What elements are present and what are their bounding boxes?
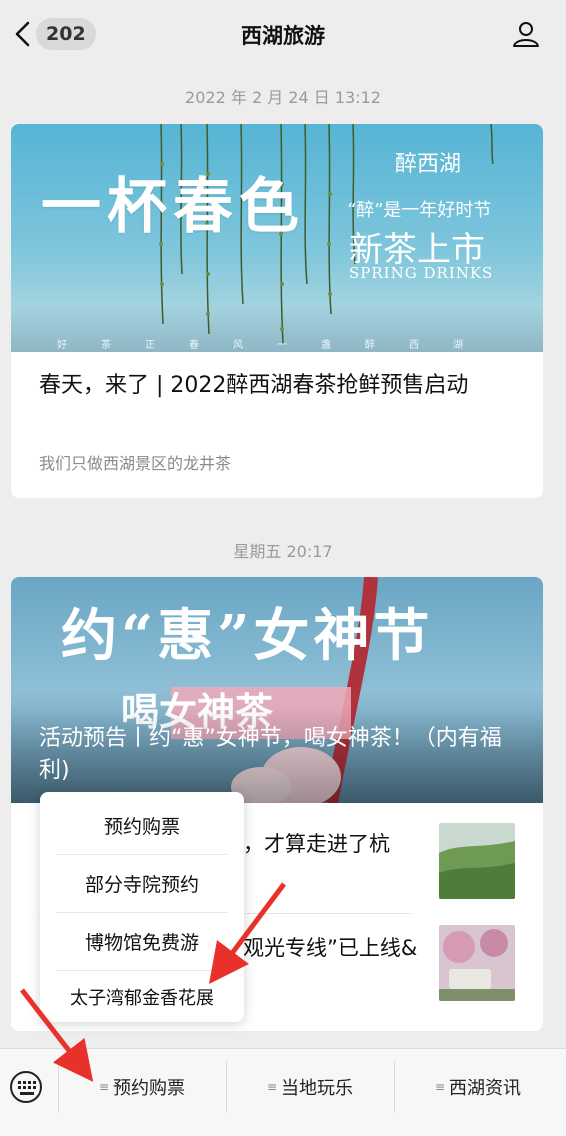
cover-headline: 一杯春色: [41, 172, 305, 242]
menu-item-tulip-show[interactable]: 太子湾郁金香花展: [40, 968, 244, 1026]
cover-tagline: “醉”是一年好时节: [347, 200, 492, 221]
cover-brand: 醉西湖: [395, 152, 462, 177]
menu-lines-icon: ≡: [98, 1080, 110, 1094]
article-card[interactable]: 一杯春色 醉西湖 “醉”是一年好时节 新茶上市 SPRING DRINKS 好茶…: [11, 124, 543, 498]
tab-label: 当地玩乐: [281, 1078, 354, 1099]
article-title[interactable]: 活动预告丨约“惠”女神节，喝女神茶！（内有福利): [39, 723, 519, 787]
menu-item-ticket-booking[interactable]: 预约购票: [40, 796, 244, 854]
tab-label: 西湖资讯: [449, 1078, 522, 1099]
page-title: 西湖旅游: [241, 24, 325, 48]
cover-headline: 约“惠”女神节: [61, 603, 434, 669]
list-item-thumbnail[interactable]: [439, 823, 515, 899]
list-item-thumbnail[interactable]: [439, 925, 515, 1001]
nav-header: 202 西湖旅游: [0, 0, 566, 68]
list-item-title[interactable]: 观光专线”已上线&: [243, 933, 433, 963]
menu-lines-icon: ≡: [434, 1080, 446, 1094]
menu-item-museum-tour[interactable]: 博物馆免费游: [40, 912, 244, 970]
article-title[interactable]: 春天，来了 | 2022醉西湖春茶抢鲜预售启动: [39, 370, 519, 402]
message-timestamp: 星期五 20:17: [233, 542, 333, 561]
tab-local-fun[interactable]: ≡ 当地玩乐: [226, 1061, 394, 1113]
tab-ticket-booking[interactable]: ≡ 预约购票: [58, 1061, 226, 1113]
list-item-title[interactable]: ，才算走进了杭: [243, 829, 423, 859]
menu-lines-icon: ≡: [266, 1080, 278, 1094]
message-timestamp: 2022 年 2 月 24 日 13:12: [185, 88, 381, 107]
article-cover-image: 一杯春色 醉西湖 “醉”是一年好时节 新茶上市 SPRING DRINKS 好茶…: [11, 124, 543, 352]
bottom-menu-popup: 预约购票 部分寺院预约 博物馆免费游 太子湾郁金香花展: [40, 792, 244, 1022]
article-description: 我们只做西湖景区的龙井茶: [39, 454, 232, 473]
tab-westlake-news[interactable]: ≡ 西湖资讯: [394, 1061, 562, 1113]
menu-item-temple-booking[interactable]: 部分寺院预约: [40, 854, 244, 912]
bottom-menu-bar: ≡ 预约购票 ≡ 当地玩乐 ≡ 西湖资讯: [0, 1048, 566, 1136]
article-cover-image: 约“惠”女神节 喝女神茶 活动预告丨约“惠”女神节，喝女神茶！（内有福利): [11, 577, 543, 803]
profile-icon[interactable]: [512, 20, 540, 48]
cover-english-text: SPRING DRINKS: [349, 264, 494, 282]
keyboard-toggle-icon[interactable]: [8, 1069, 44, 1105]
tab-label: 预约购票: [113, 1078, 186, 1099]
cover-footer-text: 好茶正春风一盏醉西湖: [57, 340, 497, 351]
